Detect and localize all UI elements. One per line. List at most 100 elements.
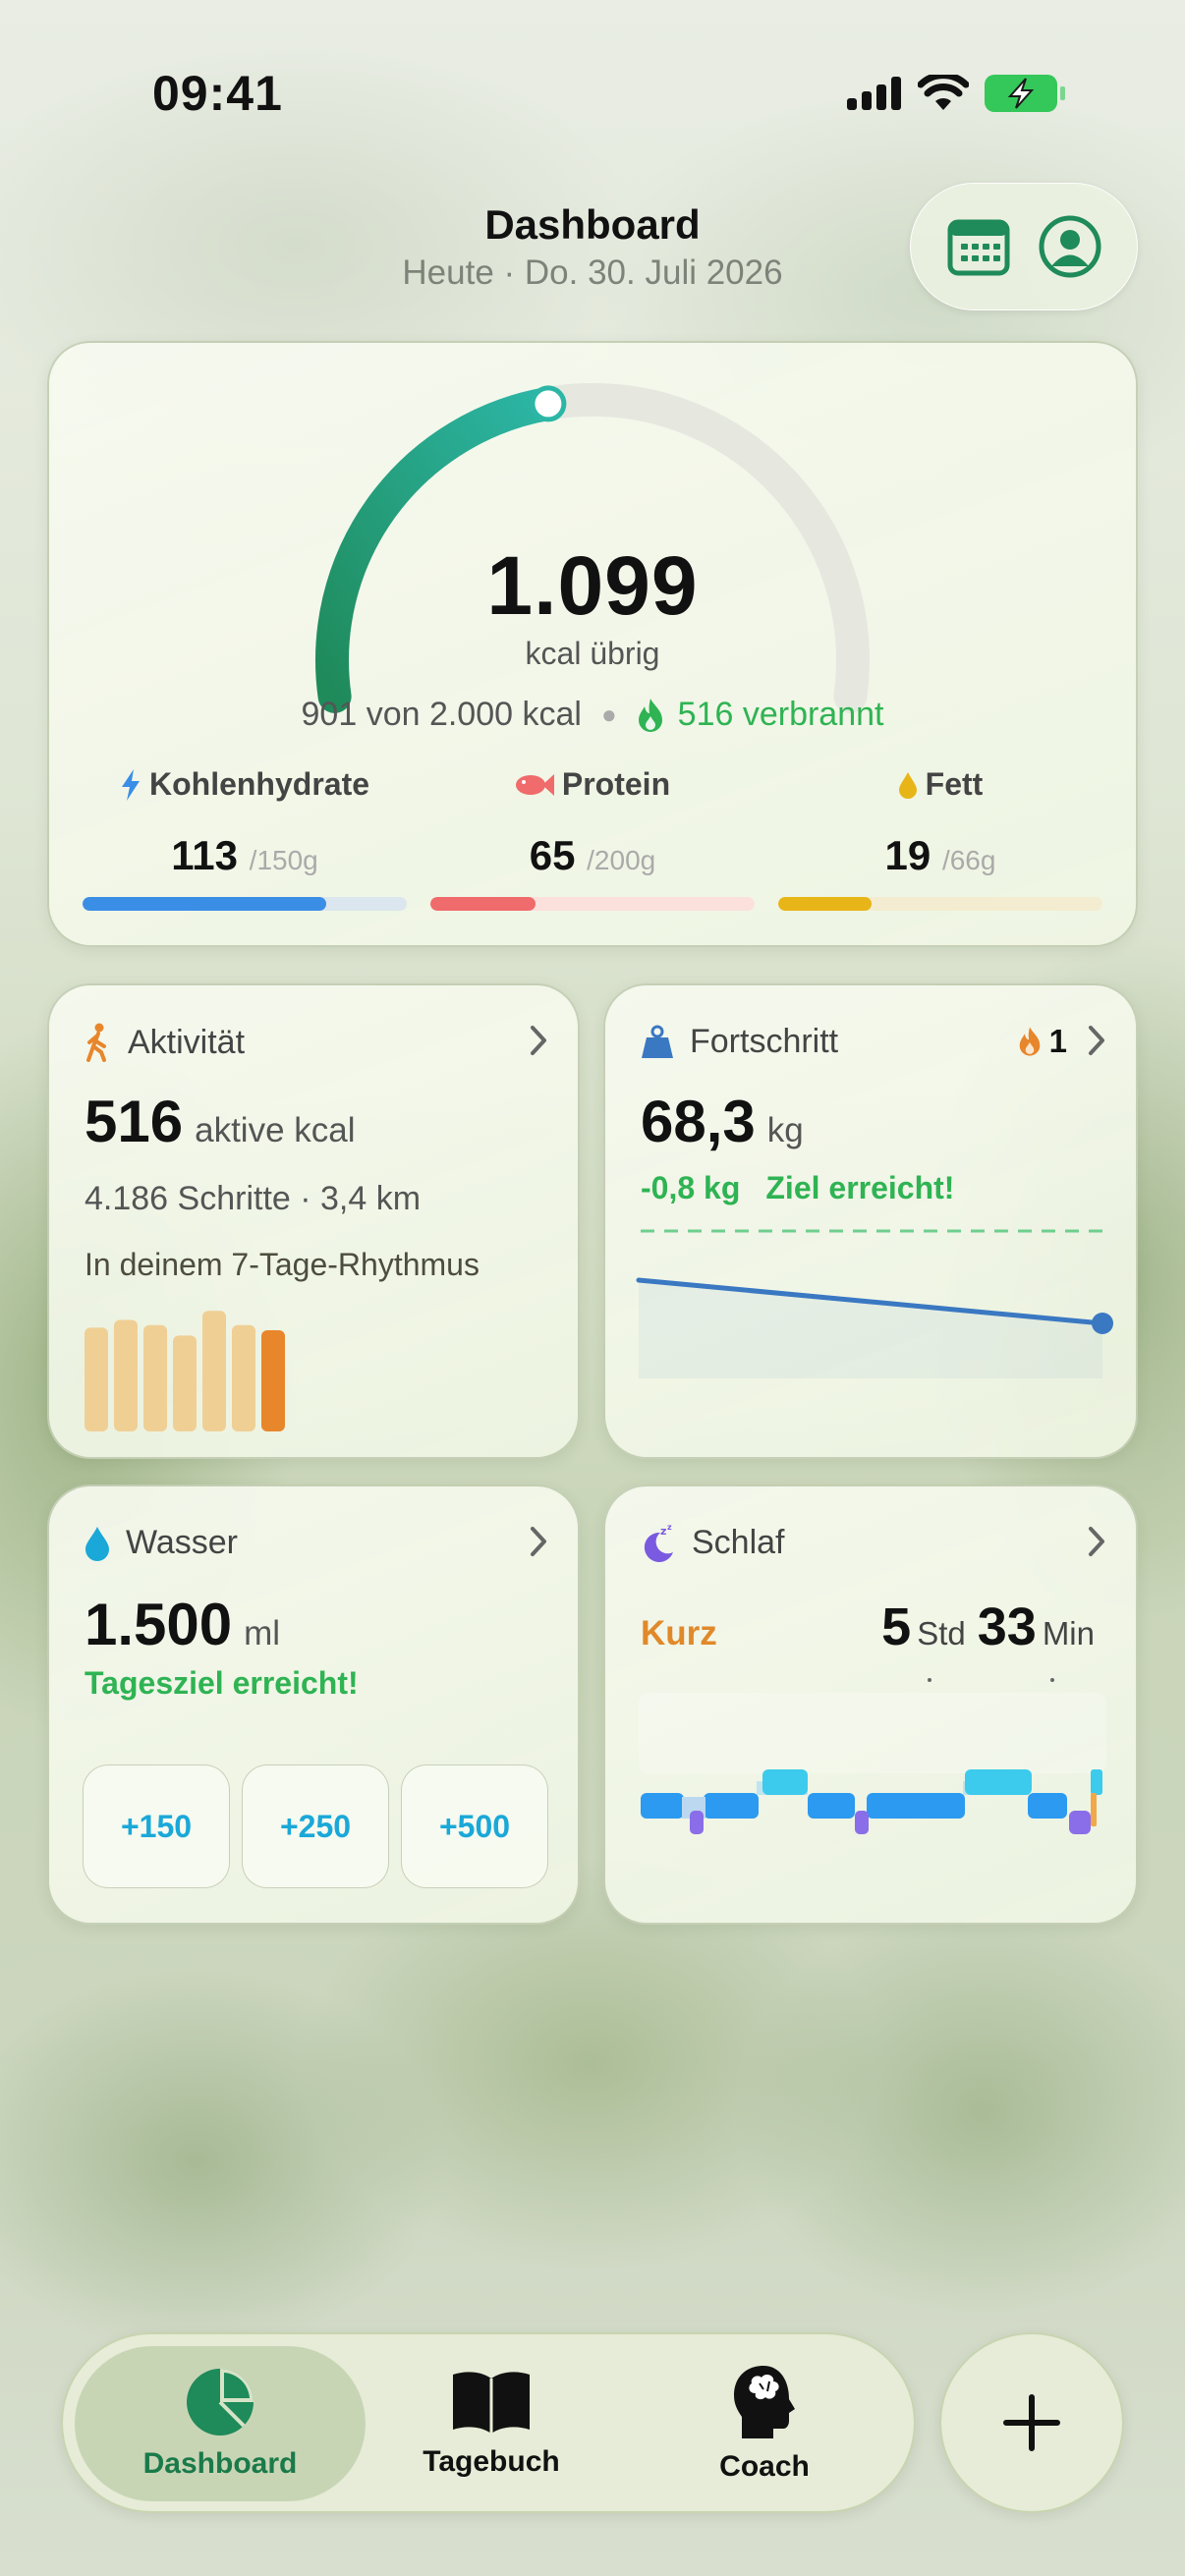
calorie-gauge-knob <box>530 385 567 422</box>
activity-title: Aktivität <box>128 1023 246 1061</box>
tab-tagebuch[interactable]: Tagebuch <box>346 2346 637 2501</box>
sleep-card[interactable]: z z Schlaf Kurz 5 Std 33 Min <box>603 1484 1138 1925</box>
weight-goal-reached: Ziel erreicht! <box>765 1170 955 1205</box>
weight-trend-area <box>639 1280 1102 1378</box>
add-entry-button[interactable] <box>939 2332 1124 2513</box>
activity-card[interactable]: Aktivität 516 aktive kcal 4.186 Schritte … <box>47 983 580 1459</box>
tab-tagebuch-label: Tagebuch <box>423 2445 560 2478</box>
add-150-button[interactable]: +150 <box>83 1764 230 1888</box>
activity-unit: aktive kcal <box>195 1111 356 1149</box>
lightning-icon <box>121 768 140 801</box>
add-500-button[interactable]: +500 <box>401 1764 548 1888</box>
calories-burned-text: 516 verbrannt <box>677 696 884 733</box>
weight-unit: kg <box>766 1111 804 1149</box>
calorie-summary: 901 von 2.000 kcal ● 516 verbrannt <box>0 696 1185 734</box>
sleep-rem-block <box>965 1769 1032 1795</box>
tab-bar: Dashboard Tagebuch Coach <box>61 2332 916 2513</box>
sleep-core-block <box>641 1793 684 1819</box>
add-250-button[interactable]: +250 <box>242 1764 389 1888</box>
macro-carbs-max: /150g <box>249 845 318 875</box>
tab-coach[interactable]: Coach <box>619 2346 910 2501</box>
sleep-core-block <box>704 1793 759 1819</box>
tab-coach-label: Coach <box>719 2450 810 2483</box>
water-title: Wasser <box>126 1524 238 1561</box>
moon-zzz-icon: z z <box>644 1525 673 1562</box>
chevron-right-icon[interactable] <box>529 1025 548 1056</box>
macro-fat-bar <box>778 897 1102 911</box>
activity-steps: 4.186 Schritte · 3,4 km <box>85 1180 422 1217</box>
tab-dashboard[interactable]: Dashboard <box>75 2346 366 2501</box>
calories-burned: 516 verbrannt <box>637 696 884 734</box>
fish-icon <box>515 773 554 796</box>
macro-fat-fill <box>778 897 873 911</box>
chevron-right-icon[interactable] <box>529 1526 548 1557</box>
chevron-right-icon[interactable] <box>1087 1025 1106 1056</box>
book-icon <box>453 2372 530 2434</box>
sleep-awake-block <box>1091 1793 1097 1826</box>
macro-carbs-value: 113 <box>171 832 238 878</box>
calorie-gauge <box>315 382 870 713</box>
calories-consumed: 901 von 2.000 kcal <box>301 696 582 733</box>
flame-icon <box>1019 1027 1040 1056</box>
progress-title: Fortschritt <box>690 1023 839 1060</box>
chevron-right-icon[interactable] <box>1087 1526 1106 1557</box>
walking-icon <box>86 1023 106 1062</box>
water-card[interactable]: Wasser 1.500 ml Tagesziel erreicht! +150 … <box>47 1484 580 1925</box>
activity-bar <box>85 1327 108 1431</box>
sleep-core-block <box>867 1793 965 1819</box>
water-drop-icon <box>85 1526 109 1561</box>
macro-carbs-bar <box>83 897 407 911</box>
macro-carbs: Kohlenhydrate 113 /150g <box>83 766 407 911</box>
flame-icon <box>638 698 662 732</box>
macro-fat-max: /66g <box>941 845 996 875</box>
sleep-core-block <box>808 1793 855 1819</box>
macro-fat-value: 19 <box>884 832 931 878</box>
activity-bar <box>232 1324 255 1431</box>
streak-count: 1 <box>1048 1023 1067 1059</box>
water-quick-add: +150 +250 +500 <box>83 1764 548 1888</box>
sleep-quality: Kurz <box>641 1614 717 1652</box>
activity-bar-today <box>261 1330 285 1431</box>
sleep-dot <box>928 1678 931 1682</box>
drop-icon <box>898 771 917 799</box>
macro-carbs-fill <box>83 897 326 911</box>
sleep-core-block <box>1028 1793 1067 1819</box>
macro-protein-fill <box>430 897 536 911</box>
streak-badge: 1 <box>1018 1023 1067 1060</box>
pie-chart-icon <box>187 2369 254 2436</box>
sleep-dot <box>1050 1678 1054 1682</box>
separator-dot: ● <box>600 700 617 729</box>
activity-rhythm: In deinem 7-Tage-Rhythmus <box>85 1247 480 1282</box>
progress-card[interactable]: Fortschritt 1 68,3 kg -0,8 kg Ziel erreic… <box>603 983 1138 1459</box>
sleep-deep-block <box>690 1811 704 1834</box>
macro-protein-label: Protein <box>561 766 671 802</box>
water-unit: ml <box>244 1614 281 1652</box>
svg-text:z: z <box>660 1525 666 1538</box>
sleep-stage-bg <box>639 1693 1106 1773</box>
activity-bar <box>202 1311 226 1431</box>
activity-bar-chart <box>85 1311 285 1431</box>
sleep-duration: 5 Std 33 Min <box>881 1596 1100 1657</box>
sleep-minutes: 33 <box>977 1597 1037 1656</box>
plus-icon <box>1003 2394 1060 2451</box>
activity-value: 516 <box>85 1089 184 1154</box>
macro-protein-max: /200g <box>587 845 656 875</box>
sleep-rem-block <box>1091 1769 1102 1795</box>
activity-bar <box>143 1324 167 1431</box>
macro-fat-label: Fett <box>925 766 984 802</box>
macro-fat: Fett 19 /66g <box>778 766 1102 911</box>
weight-current-point <box>1092 1313 1113 1334</box>
water-value: 1.500 <box>85 1592 233 1657</box>
calories-remaining-label: kcal übrig <box>525 636 660 671</box>
svg-text:z: z <box>667 1525 672 1532</box>
sleep-deep-block <box>855 1811 869 1834</box>
macro-carbs-label: Kohlenhydrate <box>148 766 370 802</box>
tab-dashboard-label: Dashboard <box>142 2447 298 2480</box>
macro-protein-bar <box>430 897 755 911</box>
sleep-hours-unit: Std <box>917 1615 966 1652</box>
activity-bar <box>173 1335 197 1431</box>
brain-head-icon <box>734 2366 795 2438</box>
water-goal-reached: Tagesziel erreicht! <box>85 1665 359 1701</box>
sleep-title: Schlaf <box>692 1524 785 1561</box>
sleep-deep-block <box>1069 1811 1091 1834</box>
